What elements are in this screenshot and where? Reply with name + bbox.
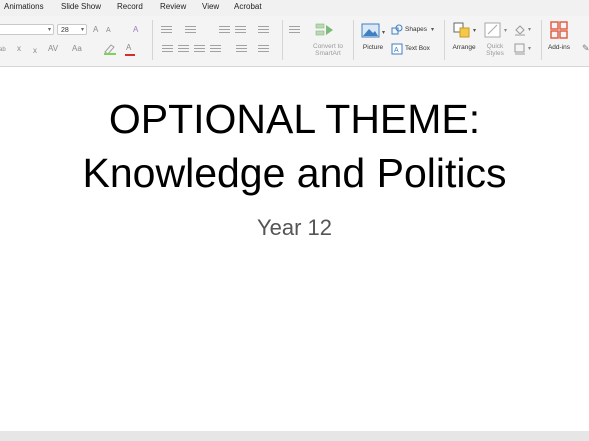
overflow-icon[interactable]: ✎ (582, 43, 589, 53)
font-color-swatch (125, 54, 135, 56)
convert-smartart-label-1: Convert to (313, 43, 343, 50)
menu-slide-show[interactable]: Slide Show (61, 2, 101, 11)
align-text-icon[interactable] (289, 26, 300, 35)
slide-title-line-1: OPTIONAL THEME: (108, 96, 481, 142)
text-direction-icon[interactable] (236, 45, 247, 54)
bullets-icon[interactable] (161, 26, 172, 35)
shape-fill-icon[interactable] (514, 24, 526, 36)
char-spacing-icon[interactable]: AV (48, 44, 58, 54)
grow-font-icon[interactable]: A (93, 25, 98, 35)
menu-bar: Animations Slide Show Record Review View… (0, 0, 589, 16)
chevron-down-icon: ▾ (47, 27, 51, 33)
numbering-icon[interactable] (185, 26, 196, 35)
ribbon-toolbar: ▾ 28 ▾ A A A ab x x AV Aa A Convert to S… (0, 16, 589, 67)
separator (353, 20, 354, 60)
convert-smartart-label-2: SmartArt (315, 50, 341, 57)
font-size-combo[interactable]: 28 ▾ (57, 24, 87, 35)
quick-styles-label-1: Quick (486, 43, 504, 50)
chevron-down-icon[interactable]: ▾ (504, 26, 507, 36)
chevron-down-icon[interactable]: ▾ (382, 28, 385, 38)
align-right-icon[interactable] (194, 45, 205, 54)
add-ins-label[interactable]: Add-ins (544, 44, 574, 51)
add-ins-icon[interactable] (549, 21, 569, 39)
shapes-label[interactable]: Shapes (405, 26, 427, 33)
line-spacing-icon[interactable] (258, 26, 269, 35)
change-case-icon[interactable]: Aa (72, 44, 82, 54)
separator (444, 20, 445, 60)
arrange-icon[interactable] (452, 21, 472, 39)
font-size-value: 28 (61, 27, 69, 34)
slide-subtitle[interactable]: Year 12 (0, 215, 589, 241)
separator (282, 20, 283, 60)
decrease-indent-icon[interactable] (219, 26, 230, 35)
text-box-icon[interactable]: A (391, 43, 403, 55)
shape-outline-icon[interactable] (514, 43, 526, 55)
arrange-label[interactable]: Arrange (449, 44, 479, 51)
picture-icon[interactable] (361, 23, 381, 39)
chevron-down-icon[interactable]: ▾ (528, 25, 531, 35)
menu-review[interactable]: Review (160, 2, 186, 11)
highlight-icon[interactable]: ab (0, 45, 6, 55)
shrink-font-icon[interactable]: A (106, 26, 111, 36)
menu-view[interactable]: View (202, 2, 219, 11)
columns-icon[interactable] (258, 45, 269, 54)
superscript-icon[interactable]: x (17, 44, 21, 54)
align-center-icon[interactable] (178, 45, 189, 54)
separator (541, 20, 542, 60)
smartart-icon[interactable] (315, 22, 337, 38)
chevron-down-icon[interactable]: ▾ (473, 26, 476, 36)
slide-title-line-2: Knowledge and Politics (82, 150, 507, 196)
chevron-down-icon[interactable]: ▾ (528, 44, 531, 54)
quick-styles-label-2: Styles (486, 50, 504, 57)
subscript-icon[interactable]: x (33, 46, 37, 56)
chevron-down-icon: ▾ (80, 27, 84, 33)
justify-icon[interactable] (210, 45, 221, 54)
menu-acrobat[interactable]: Acrobat (234, 2, 262, 11)
clear-format-icon[interactable]: A (133, 25, 138, 35)
slide-title[interactable]: OPTIONAL THEME: Knowledge and Politics (0, 92, 589, 200)
increase-indent-icon[interactable] (235, 26, 246, 35)
quick-styles-icon[interactable] (483, 21, 503, 39)
separator (152, 20, 153, 60)
svg-text:A: A (394, 47, 399, 54)
picture-label[interactable]: Picture (358, 44, 388, 51)
chevron-down-icon[interactable]: ▾ (431, 25, 434, 35)
align-left-icon[interactable] (162, 45, 173, 54)
font-color-icon[interactable]: A (126, 43, 131, 53)
menu-animations[interactable]: Animations (4, 2, 44, 11)
menu-record[interactable]: Record (117, 2, 143, 11)
text-box-label[interactable]: Text Box (405, 45, 430, 52)
bottom-scroll-area (0, 431, 589, 441)
shapes-icon[interactable] (391, 24, 403, 36)
highlighter-icon[interactable] (103, 43, 117, 55)
font-name-combo[interactable]: ▾ (0, 24, 54, 35)
